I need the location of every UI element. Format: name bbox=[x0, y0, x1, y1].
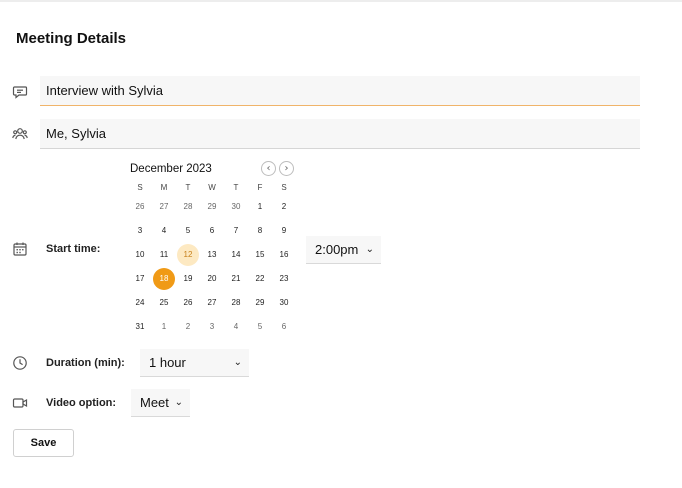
calendar-day[interactable]: 26 bbox=[177, 292, 199, 314]
calendar-day-outside-month[interactable]: 3 bbox=[201, 316, 223, 338]
calendar-day[interactable]: 14 bbox=[225, 244, 247, 266]
calendar-day[interactable]: 31 bbox=[129, 316, 151, 338]
duration-value: 1 hour bbox=[149, 355, 186, 370]
start-time-label: Start time: bbox=[46, 243, 101, 255]
calendar-day[interactable]: 4 bbox=[153, 220, 175, 242]
calendar-day-outside-month[interactable]: 28 bbox=[177, 196, 199, 218]
calendar-day[interactable]: 9 bbox=[273, 220, 295, 242]
calendar-day[interactable]: 24 bbox=[129, 292, 151, 314]
video-option-value: Meet bbox=[140, 395, 169, 410]
start-time-value: 2:00pm bbox=[315, 242, 359, 257]
calendar-day[interactable]: 21 bbox=[225, 268, 247, 290]
calendar-day-today[interactable]: 12 bbox=[177, 244, 199, 266]
weekday-header: S bbox=[281, 183, 287, 192]
chevron-down-icon: ⌄ bbox=[233, 357, 242, 368]
weekday-header: S bbox=[137, 183, 143, 192]
weekday-header: M bbox=[160, 183, 168, 192]
chat-bubble-icon bbox=[12, 84, 28, 100]
calendar-day[interactable]: 1 bbox=[249, 196, 271, 218]
calendar-day[interactable]: 20 bbox=[201, 268, 223, 290]
calendar-day[interactable]: 30 bbox=[273, 292, 295, 314]
calendar-day[interactable]: 22 bbox=[249, 268, 271, 290]
calendar-day[interactable]: 7 bbox=[225, 220, 247, 242]
subject-input[interactable]: Interview with Sylvia bbox=[40, 76, 640, 106]
weekday-header: T bbox=[233, 183, 239, 192]
calendar-day[interactable]: 29 bbox=[249, 292, 271, 314]
calendar-day-outside-month[interactable]: 4 bbox=[225, 316, 247, 338]
calendar-day[interactable]: 19 bbox=[177, 268, 199, 290]
calendar-day-outside-month[interactable]: 2 bbox=[177, 316, 199, 338]
calendar-day[interactable]: 8 bbox=[249, 220, 271, 242]
calendar-month-label: December 2023 bbox=[130, 163, 212, 175]
calendar-day[interactable]: 13 bbox=[201, 244, 223, 266]
clock-icon bbox=[12, 355, 28, 371]
chevron-down-icon: ⌄ bbox=[365, 244, 374, 255]
calendar-day[interactable]: 17 bbox=[129, 268, 151, 290]
calendar-day-selected[interactable]: 18 bbox=[153, 268, 175, 290]
weekday-header: F bbox=[257, 183, 263, 192]
calendar-day-outside-month[interactable]: 29 bbox=[201, 196, 223, 218]
chevron-down-icon: ⌄ bbox=[174, 397, 183, 408]
calendar-day-outside-month[interactable]: 27 bbox=[153, 196, 175, 218]
video-camera-icon bbox=[12, 395, 28, 411]
calendar-day[interactable]: 3 bbox=[129, 220, 151, 242]
duration-select[interactable]: 1 hour ⌄ bbox=[140, 349, 249, 377]
calendar-day[interactable]: 25 bbox=[153, 292, 175, 314]
calendar-day-outside-month[interactable]: 1 bbox=[153, 316, 175, 338]
duration-label: Duration (min): bbox=[46, 357, 125, 369]
weekday-header: T bbox=[185, 183, 191, 192]
calendar-day-outside-month[interactable]: 30 bbox=[225, 196, 247, 218]
calendar-icon bbox=[12, 241, 28, 257]
weekday-header: W bbox=[208, 183, 216, 192]
calendar-day[interactable]: 10 bbox=[129, 244, 151, 266]
save-button[interactable]: Save bbox=[13, 429, 74, 457]
calendar-day[interactable]: 5 bbox=[177, 220, 199, 242]
calendar-day-outside-month[interactable]: 26 bbox=[129, 196, 151, 218]
chevron-left-icon[interactable]: ‹ bbox=[261, 161, 276, 176]
calendar-day[interactable]: 11 bbox=[153, 244, 175, 266]
calendar-day[interactable]: 27 bbox=[201, 292, 223, 314]
calendar-day[interactable]: 23 bbox=[273, 268, 295, 290]
start-time-select[interactable]: 2:00pm ⌄ bbox=[306, 236, 381, 264]
video-option-label: Video option: bbox=[46, 397, 117, 409]
top-divider bbox=[0, 0, 682, 2]
calendar-day[interactable]: 16 bbox=[273, 244, 295, 266]
chevron-right-icon[interactable]: › bbox=[279, 161, 294, 176]
calendar-day[interactable]: 15 bbox=[249, 244, 271, 266]
calendar-day-outside-month[interactable]: 6 bbox=[273, 316, 295, 338]
calendar-day[interactable]: 2 bbox=[273, 196, 295, 218]
video-option-select[interactable]: Meet ⌄ bbox=[131, 389, 190, 417]
attendees-input[interactable]: Me, Sylvia bbox=[40, 119, 640, 149]
page-title: Meeting Details bbox=[16, 30, 127, 47]
calendar-day[interactable]: 28 bbox=[225, 292, 247, 314]
people-icon bbox=[12, 126, 28, 142]
calendar-day[interactable]: 6 bbox=[201, 220, 223, 242]
calendar-day-outside-month[interactable]: 5 bbox=[249, 316, 271, 338]
